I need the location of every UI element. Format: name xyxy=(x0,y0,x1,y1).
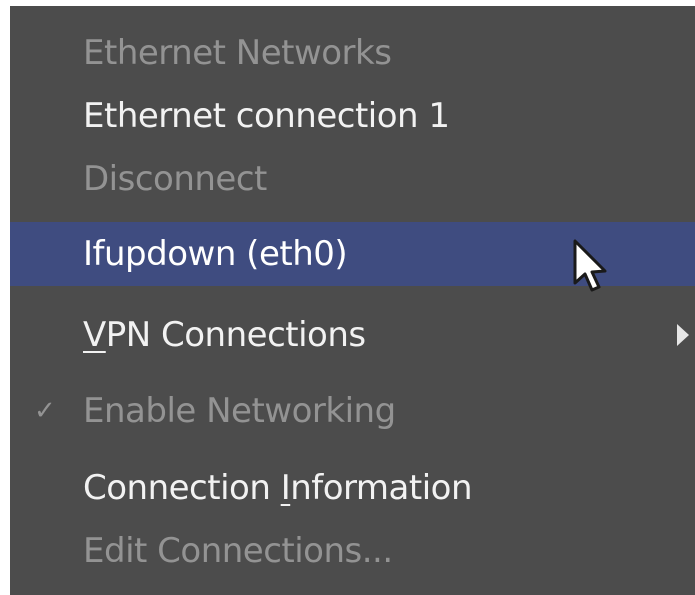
connection-info-mnemonic: I xyxy=(280,468,291,508)
menu-item-edit-connections[interactable]: Edit Connections... xyxy=(10,519,695,583)
vpn-mnemonic: V xyxy=(83,315,106,355)
menu-item-vpn-connections[interactable]: VPN Connections xyxy=(10,303,695,367)
connection-info-after: nformation xyxy=(290,468,473,508)
enable-networking-label: Enable Networking xyxy=(83,391,396,431)
menu-item-enable-networking[interactable]: ✓ Enable Networking xyxy=(10,379,695,443)
menu-item-connection-information[interactable]: Connection Information xyxy=(10,456,695,520)
check-icon: ✓ xyxy=(34,396,56,426)
vpn-label-rest: PN Connections xyxy=(105,315,366,355)
ethernet-connection-label: Ethernet connection 1 xyxy=(83,96,450,136)
connection-information-label: Connection Information xyxy=(83,468,473,508)
menu-item-ethernet-connection-1[interactable]: Ethernet connection 1 xyxy=(10,84,695,148)
network-menu: Ethernet Networks Ethernet connection 1 … xyxy=(10,6,695,595)
disconnect-label: Disconnect xyxy=(83,159,267,199)
mouse-pointer-icon xyxy=(573,239,607,292)
menu-item-disconnect[interactable]: Disconnect xyxy=(10,147,695,211)
ethernet-networks-label: Ethernet Networks xyxy=(83,33,392,73)
ethernet-networks-header: Ethernet Networks xyxy=(10,21,695,85)
vpn-connections-label: VPN Connections xyxy=(83,315,366,355)
edit-connections-label: Edit Connections... xyxy=(83,531,393,571)
chevron-right-icon xyxy=(677,324,689,346)
ifupdown-label: Ifupdown (eth0) xyxy=(83,234,348,274)
connection-info-before: Connection xyxy=(83,468,281,508)
